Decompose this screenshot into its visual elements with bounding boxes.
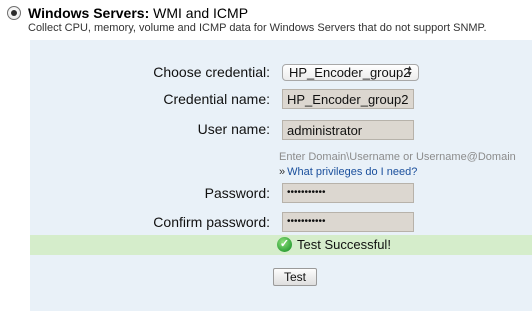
password-input[interactable]: ••••••••••• (282, 183, 414, 203)
user-name-hint: Enter Domain\Username or Username@Domain (279, 151, 516, 163)
test-status-bar: ✓ Test Successful! (30, 235, 532, 255)
section-title-rest: WMI and ICMP (149, 5, 249, 21)
privileges-help[interactable]: » What privileges do I need? (279, 166, 417, 178)
confirm-password-input[interactable]: ••••••••••• (282, 212, 414, 232)
choose-credential-label: Choose credential: (153, 64, 270, 80)
credential-name-label: Credential name: (163, 91, 270, 107)
credential-panel: Choose credential: HP_Encoder_group2 ▲ ▼ … (30, 40, 532, 311)
windows-servers-radio[interactable] (7, 6, 21, 20)
section-header: Windows Servers: WMI and ICMP Collect CP… (0, 0, 532, 36)
user-name-label: User name: (197, 121, 270, 137)
user-name-input[interactable]: administrator (282, 120, 414, 140)
credential-name-input[interactable]: HP_Encoder_group2 (282, 89, 414, 109)
section-title-bold: Windows Servers: (28, 5, 150, 21)
section-subtitle: Collect CPU, memory, volume and ICMP dat… (28, 22, 487, 34)
checkmark-icon: ✓ (277, 237, 292, 252)
confirm-password-label: Confirm password: (153, 214, 270, 230)
select-arrows-icon: ▲ ▼ (406, 65, 413, 78)
help-arrow-icon: » (279, 166, 286, 178)
section-title: Windows Servers: WMI and ICMP (28, 5, 248, 21)
choose-credential-select[interactable]: HP_Encoder_group2 ▲ ▼ (282, 64, 419, 81)
privileges-help-link[interactable]: What privileges do I need? (287, 166, 417, 178)
choose-credential-value: HP_Encoder_group2 (289, 65, 411, 80)
test-status-message: Test Successful! (297, 237, 391, 252)
test-button[interactable]: Test (273, 268, 317, 286)
radio-selected-dot (11, 10, 17, 16)
password-label: Password: (204, 185, 270, 201)
